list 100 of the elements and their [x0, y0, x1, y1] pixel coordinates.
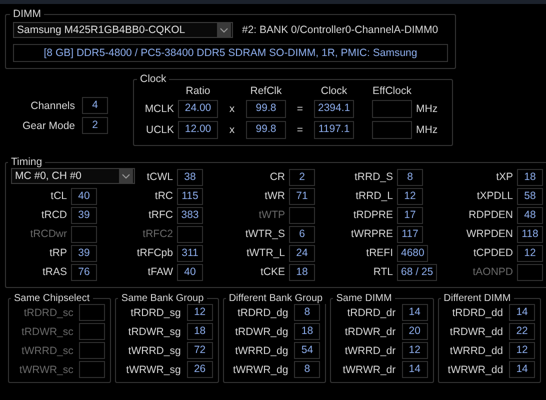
value-field: 68 / 25 [397, 264, 438, 280]
caret-icon [122, 174, 130, 178]
value-field: 18 [517, 168, 543, 186]
slot-label: #2: BANK 0/Controller0-ChannelA-DIMM0 [242, 24, 438, 36]
module-dropdown[interactable]: Samsung M425R1GB4BB0-CQKOL [13, 22, 233, 38]
timing-label: tWRWR_dd [446, 364, 504, 376]
module-description: [8 GB] DDR5-4800 / PC5-38400 DDR5 SDRAM SO-DIMM, 1R, PMIC: Samsung [13, 44, 448, 62]
value-field [79, 323, 106, 340]
value-field: 118 [517, 226, 543, 242]
timing-label: tRAS [42, 266, 67, 278]
timing-label: tRFC [148, 209, 173, 221]
value-field: 99.8 [246, 100, 286, 118]
value-field: 14 [402, 304, 428, 321]
timing-label: RDPDEN [468, 209, 513, 221]
column-header: Ratio [184, 85, 212, 97]
clock-label: MCLK [144, 103, 174, 115]
value-field: 54 [294, 342, 320, 359]
timing-label: tWRWR_sg [125, 364, 181, 376]
value-field: 2394.1 [314, 100, 354, 118]
value-field [372, 100, 412, 118]
panel-title: Clock [139, 73, 168, 85]
timing-label: tXPDLL [476, 190, 513, 202]
timing-label: tWTR_S [245, 228, 285, 240]
value-field [177, 226, 203, 242]
value-field: 26 [186, 361, 213, 378]
timing-label: RTL [373, 266, 393, 278]
value-field: 76 [71, 264, 97, 280]
value-field: 12 [517, 244, 543, 262]
timing-label: CR [270, 171, 285, 183]
value-field: 1197.1 [314, 121, 354, 139]
column-header: Clock [320, 85, 348, 97]
panel-title: DIMM [12, 8, 42, 20]
timing-label: tRRD_L [356, 190, 393, 202]
value-field [79, 342, 106, 359]
timing-label: tRP [49, 247, 67, 259]
operator-label: = [296, 103, 304, 115]
timing-label: tRRD_S [354, 171, 393, 183]
timing-label: tAONPD [472, 266, 513, 278]
panel-title: Same DIMM [335, 293, 393, 304]
panel-title: Same Bank Group [120, 293, 205, 304]
unit-label: MHz [416, 103, 439, 115]
value-field: 8 [397, 168, 423, 186]
value-field [79, 304, 106, 321]
value-field: 17 [397, 206, 423, 224]
timing-label: tRFCpb [136, 247, 173, 259]
value-field: 58 [517, 188, 543, 204]
timing-label: tWRRD_sc [20, 344, 74, 356]
value-field: 12 [509, 342, 536, 359]
timing-label: tRC [154, 190, 173, 202]
value-field: 14 [402, 361, 428, 378]
value-field: 18 [186, 323, 213, 340]
value-field: 2 [289, 168, 315, 186]
unit-label: MHz [416, 124, 439, 136]
value-field: 8 [294, 304, 320, 321]
value-field: 18 [294, 323, 320, 340]
timing-label: tRDWR_dr [344, 326, 396, 338]
value-field: 12.00 [178, 121, 218, 139]
value-field: 14 [509, 361, 536, 378]
timing-label: tWRRD_dr [344, 344, 396, 356]
timing-label: tRDRD_dd [451, 306, 504, 318]
value-field [372, 121, 412, 139]
value-field: 12 [397, 188, 423, 204]
value-field: 22 [509, 323, 536, 340]
operator-label: x [228, 103, 236, 115]
controller-dropdown[interactable]: MC #0, CH #0 [11, 168, 135, 184]
value-field: 48 [517, 206, 543, 224]
panel-title: Different DIMM [442, 293, 512, 304]
memory-label: Gear Mode [21, 120, 75, 132]
operator-label: = [296, 124, 304, 136]
value-field [289, 206, 315, 224]
timing-label: tRDRD_sc [22, 306, 74, 318]
timing-label: tCWL [146, 171, 173, 183]
timing-label: tCKE [260, 266, 285, 278]
timing-label: tCL [50, 190, 67, 202]
timing-label: tRDRD_dr [346, 306, 396, 318]
value-field: 40 [71, 188, 97, 204]
operator-label: x [228, 124, 236, 136]
value-field: 18 [289, 264, 315, 280]
value-field: 117 [397, 226, 423, 242]
timing-label: tWRPRE [351, 228, 393, 240]
timing-label: tWRWR_dg [232, 364, 288, 376]
timing-label: tRCD [41, 209, 67, 221]
timing-label: tRDPRE [353, 209, 393, 221]
caret-icon [220, 28, 228, 32]
timing-label: tWR [264, 190, 285, 202]
value-field: 40 [177, 264, 203, 280]
timing-label: tWTP [258, 209, 285, 221]
timing-label: tRDWR_sc [20, 326, 74, 338]
value-field: 72 [186, 342, 213, 359]
value-field: 20 [402, 323, 428, 340]
value-field: 39 [71, 206, 97, 224]
timing-label: tCPDED [473, 247, 513, 259]
column-header: RefClk [249, 85, 283, 97]
column-header: EffClock [372, 85, 412, 97]
value-field: 4 [82, 97, 108, 114]
value-field: 2 [82, 117, 108, 134]
value-field: 311 [177, 244, 203, 262]
timing-label: tRFC2 [142, 228, 173, 240]
value-field [71, 226, 97, 242]
timing-label: tRCDwr [30, 228, 67, 240]
